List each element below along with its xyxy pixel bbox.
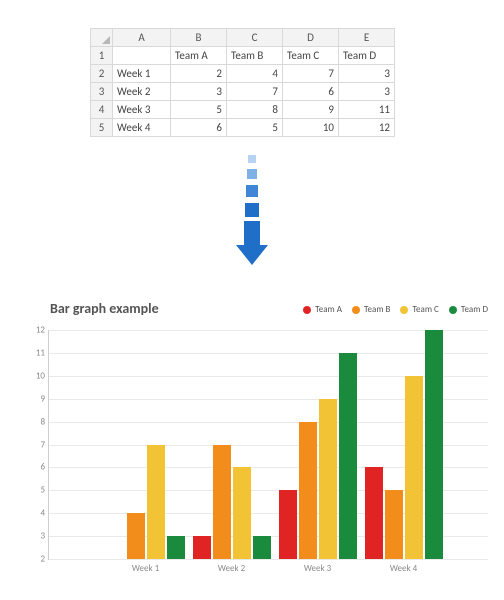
- cell[interactable]: 2: [171, 65, 227, 83]
- y-tick-label: 8: [25, 416, 49, 427]
- cell[interactable]: Team D: [339, 47, 395, 65]
- x-tick-label: Week 3: [268, 563, 368, 574]
- cell[interactable]: 10: [283, 119, 339, 137]
- bar-group: Week 4: [364, 330, 444, 559]
- cell[interactable]: 6: [283, 83, 339, 101]
- legend-label: Team D: [461, 304, 488, 315]
- legend-item: Team B: [352, 304, 391, 315]
- bar: [167, 536, 185, 559]
- col-header[interactable]: A: [113, 29, 171, 47]
- cell[interactable]: 3: [339, 83, 395, 101]
- bar: [425, 330, 443, 559]
- y-tick-label: 11: [25, 347, 49, 358]
- legend-item: Team D: [449, 304, 488, 315]
- bar: [385, 490, 403, 559]
- bar: [253, 536, 271, 559]
- row-header[interactable]: 2: [91, 65, 113, 83]
- x-tick-label: Week 4: [354, 563, 454, 574]
- bar: [319, 399, 337, 559]
- y-tick-label: 9: [25, 393, 49, 404]
- cell[interactable]: 5: [227, 119, 283, 137]
- legend-dot: [449, 306, 457, 314]
- cell[interactable]: 4: [227, 65, 283, 83]
- chart-legend: Team A Team B Team C Team D: [303, 304, 488, 315]
- bar: [339, 353, 357, 559]
- legend-item: Team C: [400, 304, 438, 315]
- row-header[interactable]: 3: [91, 83, 113, 101]
- col-header[interactable]: D: [283, 29, 339, 47]
- select-all-corner[interactable]: [91, 29, 113, 47]
- y-tick-label: 2: [25, 554, 49, 565]
- cell[interactable]: 3: [171, 83, 227, 101]
- bar: [279, 490, 297, 559]
- y-tick-label: 6: [25, 462, 49, 473]
- row-header[interactable]: 1: [91, 47, 113, 65]
- cell[interactable]: Team B: [227, 47, 283, 65]
- cell[interactable]: Team C: [283, 47, 339, 65]
- cell[interactable]: 11: [339, 101, 395, 119]
- y-tick-label: 5: [25, 485, 49, 496]
- cell[interactable]: Team A: [171, 47, 227, 65]
- arrow-down-icon: [242, 155, 262, 265]
- legend-label: Team A: [315, 304, 342, 315]
- cell[interactable]: 3: [339, 65, 395, 83]
- cell[interactable]: 9: [283, 101, 339, 119]
- col-header[interactable]: B: [171, 29, 227, 47]
- y-tick-label: 4: [25, 508, 49, 519]
- grid-line: [49, 559, 488, 560]
- bar-group: Week 1: [106, 445, 186, 560]
- legend-dot: [400, 306, 408, 314]
- cell[interactable]: 5: [171, 101, 227, 119]
- bar-group: Week 3: [278, 353, 358, 559]
- cell[interactable]: Week 1: [113, 65, 171, 83]
- bar: [299, 422, 317, 559]
- table-row: 5 Week 4 6 5 10 12: [91, 119, 395, 137]
- legend-dot: [352, 306, 360, 314]
- bar-chart: Bar graph example Team A Team B Team C T…: [20, 300, 488, 580]
- x-tick-label: Week 2: [182, 563, 282, 574]
- col-header[interactable]: E: [339, 29, 395, 47]
- data-table: A B C D E 1 Team A Team B Team C Team D …: [90, 28, 395, 137]
- cell[interactable]: Week 3: [113, 101, 171, 119]
- cell[interactable]: Week 2: [113, 83, 171, 101]
- legend-item: Team A: [303, 304, 342, 315]
- y-tick-label: 7: [25, 439, 49, 450]
- chart-title: Bar graph example: [50, 300, 159, 317]
- cell[interactable]: [113, 47, 171, 65]
- cell[interactable]: 6: [171, 119, 227, 137]
- legend-label: Team B: [364, 304, 391, 315]
- table-row: 4 Week 3 5 8 9 11: [91, 101, 395, 119]
- table-row: 1 Team A Team B Team C Team D: [91, 47, 395, 65]
- cell[interactable]: Week 4: [113, 119, 171, 137]
- bar: [147, 445, 165, 560]
- bar: [127, 513, 145, 559]
- cell[interactable]: 7: [283, 65, 339, 83]
- table-row: 3 Week 2 3 7 6 3: [91, 83, 395, 101]
- spreadsheet: A B C D E 1 Team A Team B Team C Team D …: [90, 28, 395, 137]
- cell[interactable]: 8: [227, 101, 283, 119]
- cell[interactable]: 12: [339, 119, 395, 137]
- y-tick-label: 10: [25, 370, 49, 381]
- bar: [213, 445, 231, 560]
- row-header[interactable]: 4: [91, 101, 113, 119]
- bar: [365, 467, 383, 559]
- row-header[interactable]: 5: [91, 119, 113, 137]
- x-tick-label: Week 1: [96, 563, 196, 574]
- y-tick-label: 12: [25, 325, 49, 336]
- bar: [405, 376, 423, 559]
- bar: [233, 467, 251, 559]
- plot-area: 23456789101112Week 1Week 2Week 3Week 4: [48, 330, 488, 560]
- col-header[interactable]: C: [227, 29, 283, 47]
- bar-group: Week 2: [192, 445, 272, 560]
- bar: [193, 536, 211, 559]
- cell[interactable]: 7: [227, 83, 283, 101]
- legend-dot: [303, 306, 311, 314]
- table-row: 2 Week 1 2 4 7 3: [91, 65, 395, 83]
- y-tick-label: 3: [25, 531, 49, 542]
- legend-label: Team C: [412, 304, 438, 315]
- col-header-row: A B C D E: [91, 29, 395, 47]
